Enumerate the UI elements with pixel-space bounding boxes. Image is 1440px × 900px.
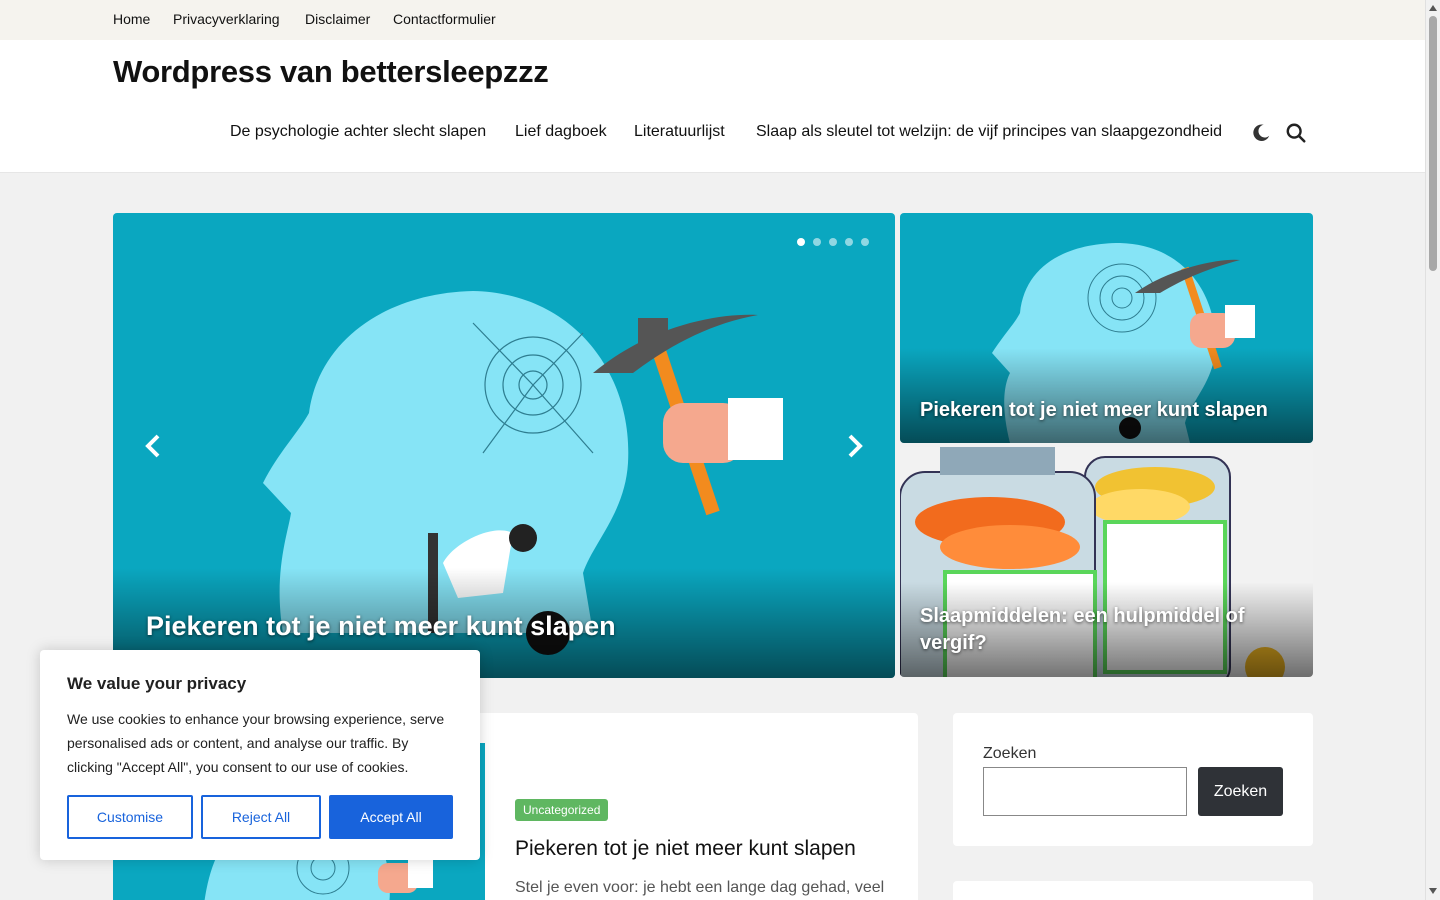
category-badge[interactable]: Uncategorized xyxy=(515,799,609,821)
featured-card-1[interactable]: Piekeren tot je niet meer kunt slapen xyxy=(900,213,1313,443)
search-widget: Zoeken Zoeken xyxy=(953,713,1313,846)
scrollbar-thumb[interactable] xyxy=(1429,16,1437,271)
cookie-title: We value your privacy xyxy=(67,674,247,693)
site-header: Wordpress van bettersleepzzz De psycholo… xyxy=(0,40,1425,173)
accept-all-button[interactable]: Accept All xyxy=(329,795,453,839)
nav-psychologie[interactable]: De psychologie achter slecht slapen xyxy=(230,123,486,141)
slide-caption[interactable]: Piekeren tot je niet meer kunt slapen xyxy=(146,611,616,642)
card-overlay xyxy=(900,348,1313,443)
slider-dot[interactable] xyxy=(813,238,821,246)
featured-card-2[interactable]: Slaapmiddelen: een hulpmiddel of vergif? xyxy=(900,447,1313,677)
post-excerpt: Stel je even voor: je hebt een lange dag… xyxy=(515,879,885,896)
slider-dot[interactable] xyxy=(845,238,853,246)
chevron-right-icon[interactable] xyxy=(845,433,865,459)
reject-all-button[interactable]: Reject All xyxy=(201,795,321,839)
search-label: Zoeken xyxy=(983,745,1037,762)
search-button[interactable]: Zoeken xyxy=(1198,767,1283,816)
slider-dots xyxy=(797,233,877,251)
card-caption[interactable]: Slaapmiddelen: een hulpmiddel of vergif? xyxy=(920,603,1280,657)
post-title[interactable]: Piekeren tot je niet meer kunt slapen xyxy=(515,837,856,861)
sidebar-widget xyxy=(953,881,1313,900)
hero-slider[interactable]: Piekeren tot je niet meer kunt slapen xyxy=(113,213,895,678)
nav-lief-dagboek[interactable]: Lief dagboek xyxy=(515,123,607,141)
topnav-disclaimer[interactable]: Disclaimer xyxy=(305,11,370,27)
site-title[interactable]: Wordpress van bettersleepzzz xyxy=(113,54,549,90)
topnav-privacyverklaring[interactable]: Privacyverklaring xyxy=(173,11,280,27)
nav-literatuurlijst[interactable]: Literatuurlijst xyxy=(634,123,725,141)
scrollbar[interactable] xyxy=(1425,0,1440,900)
cookie-consent-banner: We value your privacy We use cookies to … xyxy=(40,650,480,860)
slider-dot[interactable] xyxy=(861,238,869,246)
customise-button[interactable]: Customise xyxy=(67,795,193,839)
slider-dot[interactable] xyxy=(797,238,805,246)
chevron-left-icon[interactable] xyxy=(143,433,163,459)
moon-icon[interactable] xyxy=(1250,122,1272,144)
topnav-home[interactable]: Home xyxy=(113,11,150,27)
slider-dot[interactable] xyxy=(829,238,837,246)
cookie-text: We use cookies to enhance your browsing … xyxy=(67,711,445,775)
nav-slaap-als-sleutel[interactable]: Slaap als sleutel tot welzijn: de vijf p… xyxy=(756,123,1222,141)
scroll-down-arrow[interactable] xyxy=(1429,888,1437,894)
card-caption[interactable]: Piekeren tot je niet meer kunt slapen xyxy=(920,397,1280,424)
scroll-up-arrow[interactable] xyxy=(1429,5,1437,11)
topnav-contactformulier[interactable]: Contactformulier xyxy=(393,11,496,27)
search-input[interactable] xyxy=(983,767,1187,816)
search-icon[interactable] xyxy=(1285,122,1307,144)
top-bar: Home Privacyverklaring Disclaimer Contac… xyxy=(0,0,1425,40)
